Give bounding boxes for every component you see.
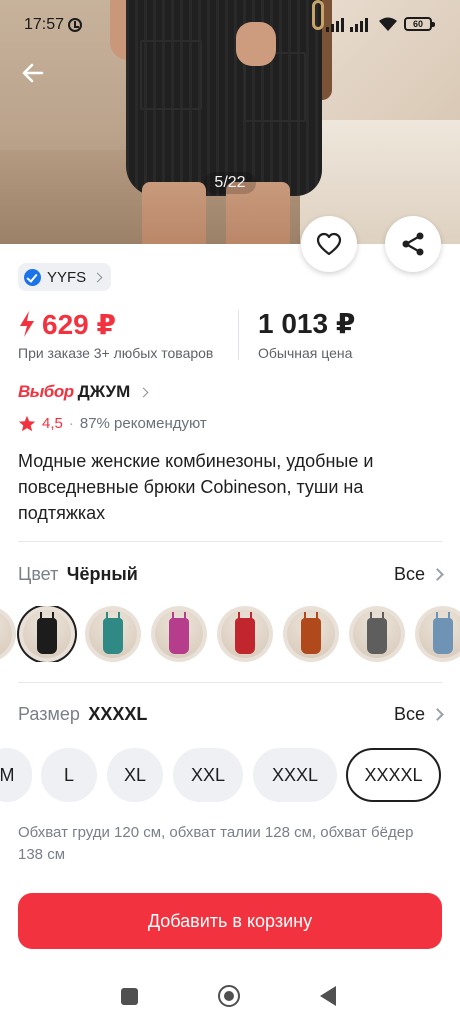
recommend-percentage: 87% рекомендуют (79, 414, 207, 432)
rating-value: 4,5 (42, 414, 63, 432)
verified-check-icon (24, 268, 41, 286)
all-colors-link[interactable]: Все (393, 563, 444, 585)
share-icon (402, 232, 424, 256)
swatch-image (155, 610, 203, 658)
price-divider (238, 310, 239, 360)
choice-brand: ДЖУМ (77, 382, 131, 401)
color-label-group: Цвет Чёрный (18, 564, 138, 585)
share-button[interactable] (385, 216, 441, 272)
selected-size: XXXXL (88, 703, 148, 724)
star-icon (18, 415, 36, 431)
swatch-image (419, 610, 460, 658)
add-to-cart-button[interactable]: Добавить в корзину (18, 893, 442, 949)
color-section-header: Цвет Чёрный Все (18, 561, 444, 587)
heart-icon (316, 232, 342, 256)
size-label-group: Размер XXXXL (18, 704, 147, 725)
regular-price: 1 013 ₽ (258, 308, 356, 339)
rating-row[interactable]: 4,5 · 87% рекомендуют (18, 412, 207, 434)
special-price-row: 629 ₽ (18, 306, 238, 342)
size-label: Размер (18, 703, 80, 724)
color-swatch-blue[interactable] (415, 606, 460, 662)
swatch-image (221, 610, 269, 658)
color-swatch-grey[interactable] (349, 606, 405, 662)
size-option-xl[interactable]: XL (107, 748, 163, 802)
seller-chip[interactable]: YYFS (18, 263, 112, 291)
divider (18, 682, 442, 683)
size-option-m[interactable]: M (0, 748, 32, 802)
color-swatch-red[interactable] (217, 606, 273, 662)
size-option-l[interactable]: L (41, 748, 97, 802)
all-sizes-link[interactable]: Все (393, 703, 444, 725)
color-swatch-black[interactable] (19, 606, 75, 662)
choice-brand-link[interactable]: Выбор ДЖУМ (18, 380, 149, 404)
system-nav-bar (0, 972, 460, 1024)
recent-apps-button[interactable] (121, 988, 138, 1005)
size-option-xxxxl[interactable]: XXXXL (346, 748, 441, 802)
size-options: M L XL XXL XXXL XXXXL (0, 746, 460, 804)
arrow-left-icon (22, 63, 44, 83)
wifi-icon (379, 17, 397, 31)
color-swatch-rust[interactable] (283, 606, 339, 662)
swatch-image (0, 610, 12, 658)
choice-badge: Выбор (18, 382, 74, 401)
color-swatch-partial[interactable] (0, 606, 16, 662)
rating-separator: · (68, 414, 74, 432)
chevron-right-icon (431, 567, 444, 581)
swatch-garment (103, 618, 123, 654)
regular-price-note: Обычная цена (258, 345, 353, 361)
model-leg-left (142, 182, 206, 244)
color-swatch-teal[interactable] (85, 606, 141, 662)
alarm-icon (68, 18, 82, 32)
chevron-right-icon (92, 272, 103, 282)
special-price: 629 ₽ (42, 308, 116, 340)
special-price-note: При заказе 3+ любых товаров (18, 345, 214, 361)
status-time: 17:57 (24, 16, 65, 33)
regular-price-block: 1 013 ₽ Обычная цена (258, 306, 355, 361)
swatch-garment (169, 618, 189, 654)
seller-name: YYFS (47, 268, 87, 286)
size-option-xxxl[interactable]: XXXL (253, 748, 337, 802)
swatch-image (23, 610, 71, 658)
swatch-garment (37, 618, 57, 654)
color-swatch-magenta[interactable] (151, 606, 207, 662)
size-section-header: Размер XXXXL Все (18, 701, 444, 727)
swatch-image (287, 610, 335, 658)
image-counter: 5/22 (204, 172, 256, 194)
swatch-garment (235, 618, 255, 654)
system-back-button[interactable] (320, 986, 336, 1006)
home-button[interactable] (218, 985, 240, 1007)
status-bar: 17:57 60 (0, 0, 460, 52)
all-colors-label: Все (393, 563, 425, 584)
favorite-button[interactable] (301, 216, 357, 272)
special-price-block: 629 ₽ При заказе 3+ любых товаров (18, 306, 238, 362)
swatch-garment (433, 618, 453, 654)
swatch-garment (367, 618, 387, 654)
selected-color: Чёрный (66, 563, 138, 584)
color-swatches (0, 606, 460, 662)
chevron-right-icon (431, 707, 444, 721)
battery-icon: 60 (404, 17, 435, 31)
signal-icon (326, 18, 368, 32)
product-title: Модные женские комбинезоны, удобные и по… (18, 451, 374, 523)
lightning-icon (20, 311, 34, 337)
divider (18, 541, 442, 542)
size-option-xxl[interactable]: XXL (173, 748, 243, 802)
swatch-image (353, 610, 401, 658)
all-sizes-label: Все (393, 703, 425, 724)
chevron-right-icon (138, 387, 149, 397)
size-measurements: Обхват груди 120 см, обхват талии 128 см… (18, 824, 414, 863)
swatch-image (89, 610, 137, 658)
color-label: Цвет (18, 563, 59, 584)
back-button[interactable] (16, 56, 50, 90)
swatch-garment (301, 618, 321, 654)
